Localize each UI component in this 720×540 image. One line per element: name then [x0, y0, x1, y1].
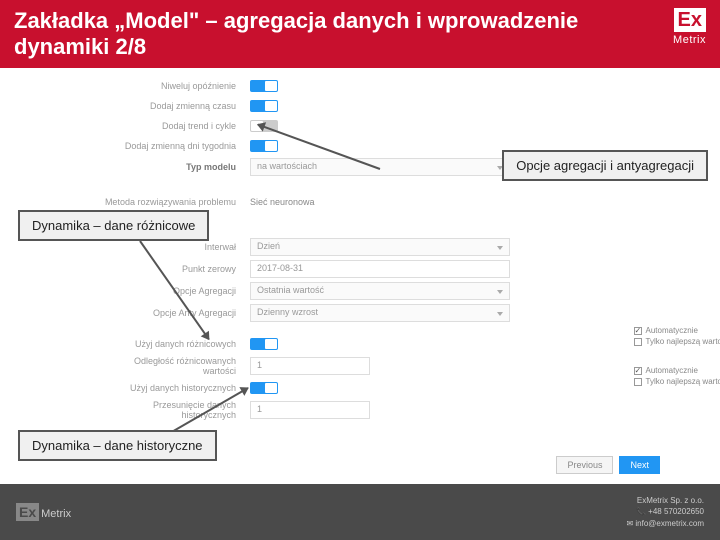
label-tygodnia: Dodaj zmienną dni tygodnia — [100, 141, 250, 151]
check-best-1[interactable] — [634, 338, 642, 346]
input-punkt[interactable]: 2017-08-31 — [250, 260, 510, 278]
toggle-tygodnia[interactable] — [250, 140, 278, 152]
check-best-1-label: Tylko najlepszą wartość — [646, 337, 720, 346]
label-punkt: Punkt zerowy — [100, 264, 250, 274]
check-best-2-label: Tylko najlepszą wartość — [646, 377, 720, 386]
check-auto-2-label: Automatycznie — [646, 366, 698, 375]
callout-agregacja: Opcje agregacji i antyagregacji — [502, 150, 708, 181]
slide-header: Zakładka „Model" – agregacja danych i wp… — [0, 0, 720, 68]
nav-buttons: Previous Next — [556, 456, 660, 474]
input-przes[interactable]: 1 — [250, 401, 370, 419]
check-best-2[interactable] — [634, 378, 642, 386]
value-metoda: Sieć neuronowa — [250, 197, 315, 207]
form-area: Niweluj opóźnienie Dodaj zmienną czasu D… — [0, 68, 720, 420]
logo-text: Metrix — [673, 34, 706, 46]
label-typ: Typ modelu — [100, 162, 250, 172]
toggle-hist[interactable] — [250, 382, 278, 394]
label-przes: Przesunięcie danych historycznych — [100, 400, 250, 420]
next-button[interactable]: Next — [619, 456, 660, 474]
select-antyagreg[interactable]: Dzienny wzrost — [250, 304, 510, 322]
toggle-nivel[interactable] — [250, 80, 278, 92]
label-trend: Dodaj trend i cykle — [100, 121, 250, 131]
label-antyagreg: Opcje Anty Agregacji — [100, 308, 250, 318]
callout-historyczne: Dynamika – dane historyczne — [18, 430, 217, 461]
toggle-czasu[interactable] — [250, 100, 278, 112]
side-checks-1: Automatycznie Tylko najlepszą wartość — [634, 326, 720, 346]
logo-mark: Ex — [674, 8, 706, 32]
footer-email: info@exmetrix.com — [635, 519, 704, 528]
label-interwal: Interwał — [100, 242, 250, 252]
prev-button[interactable]: Previous — [556, 456, 613, 474]
toggle-roznic[interactable] — [250, 338, 278, 350]
input-odleg[interactable]: 1 — [250, 357, 370, 375]
footer-company: ExMetrix Sp. z o.o. — [626, 495, 704, 506]
label-czasu: Dodaj zmienną czasu — [100, 101, 250, 111]
label-nivel: Niweluj opóźnienie — [100, 81, 250, 91]
header-logo: Ex Metrix — [673, 8, 706, 46]
side-checks-2: Automatycznie Tylko najlepszą wartość — [634, 366, 720, 386]
label-metoda: Metoda rozwiązywania problemu — [100, 197, 250, 207]
slide-title: Zakładka „Model" – agregacja danych i wp… — [14, 8, 594, 61]
check-auto-2[interactable] — [634, 367, 642, 375]
check-auto-1[interactable] — [634, 327, 642, 335]
footer-phone: +48 570202650 — [648, 507, 704, 516]
label-odleg: Odległość różnicowanych wartości — [100, 356, 250, 376]
select-agreg[interactable]: Ostatnia wartość — [250, 282, 510, 300]
check-auto-1-label: Automatycznie — [646, 326, 698, 335]
select-interwal[interactable]: Dzień — [250, 238, 510, 256]
callout-roznicowe: Dynamika – dane różnicowe — [18, 210, 209, 241]
label-hist: Użyj danych historycznych — [100, 383, 250, 393]
footer-logo-mark: Ex — [16, 503, 39, 521]
slide-footer: ExMetrix ExMetrix Sp. z o.o. 📞 +48 57020… — [0, 484, 720, 540]
label-roznic: Użyj danych różnicowych — [100, 339, 250, 349]
footer-logo: ExMetrix — [16, 504, 71, 520]
footer-logo-text: Metrix — [41, 508, 71, 520]
footer-info: ExMetrix Sp. z o.o. 📞 +48 570202650 ✉ in… — [626, 495, 704, 529]
